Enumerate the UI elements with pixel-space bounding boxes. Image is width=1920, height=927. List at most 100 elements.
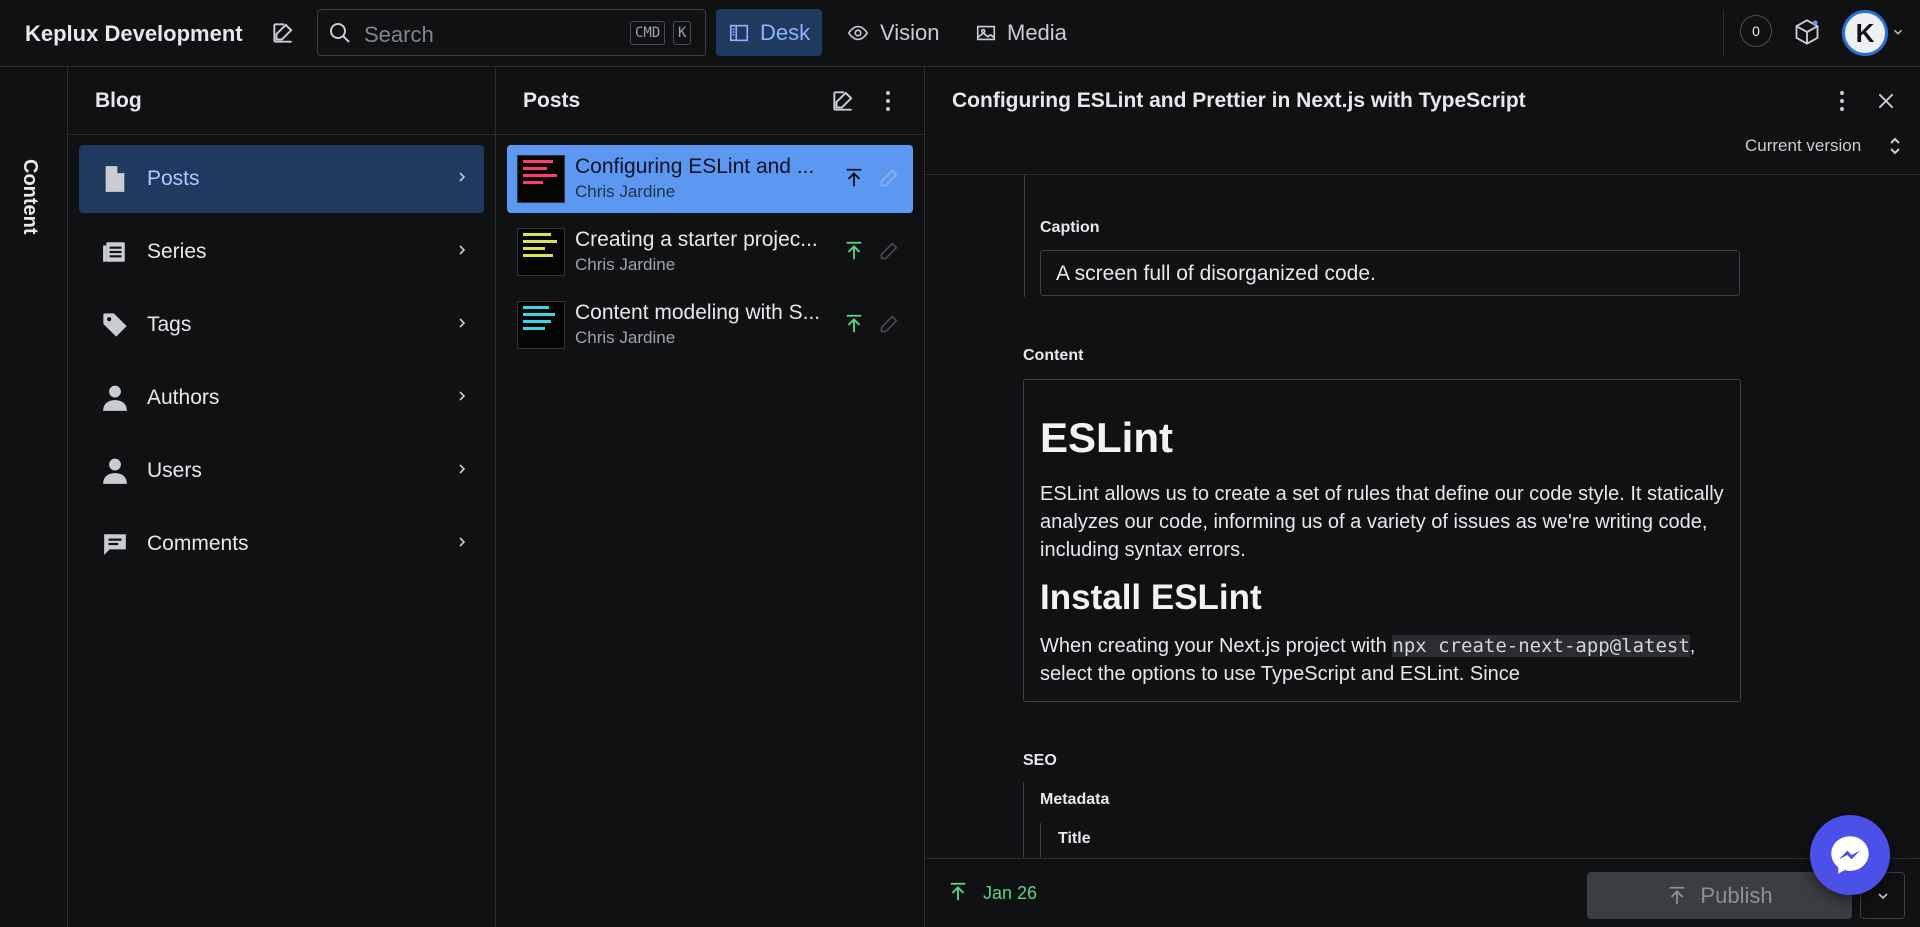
- sidebar-item-label: Users: [147, 459, 202, 482]
- posts-pane: Posts Configuring ESLint and ... Chris J…: [496, 67, 925, 927]
- compose-icon[interactable]: [826, 84, 860, 118]
- document-pane: Configuring ESLint and Prettier in Next.…: [925, 67, 1920, 927]
- avatar[interactable]: K: [1842, 10, 1888, 56]
- content-editor[interactable]: ESLint ESLint allows us to create a set …: [1023, 379, 1741, 702]
- search-icon: [328, 21, 352, 50]
- nav-desk-label: Desk: [760, 19, 811, 45]
- list-item[interactable]: Content modeling with S... Chris Jardine: [507, 291, 913, 359]
- shortcut-k: K: [673, 21, 692, 45]
- post-title: Configuring ESLint and ...: [575, 155, 815, 178]
- posts-pane-header: Posts: [496, 67, 924, 135]
- published-date: Jan 26: [983, 883, 1038, 903]
- content-label: Content: [1023, 347, 1084, 364]
- nav-media-label: Media: [1007, 19, 1067, 45]
- top-bar: Keplux Development Search CMD K Desk Vis…: [0, 0, 1920, 67]
- sidebar-item-series[interactable]: Series: [79, 218, 484, 286]
- chevron-right-icon: [454, 315, 470, 336]
- publish-label: Publish: [1700, 882, 1773, 908]
- blog-pane: Blog Posts Series Tags Authors Users Com…: [68, 67, 496, 927]
- chevron-up-down-icon[interactable]: [1885, 135, 1905, 157]
- rail-label[interactable]: Content: [18, 159, 41, 235]
- posts-pane-title: Posts: [523, 89, 581, 112]
- sidebar-item-label: Tags: [147, 313, 192, 336]
- person-icon: [101, 384, 129, 412]
- published-icon: [843, 240, 867, 264]
- document-icon: [101, 165, 129, 193]
- search-field[interactable]: Search CMD K: [317, 9, 706, 56]
- document-footer: Jan 26 Publish: [925, 858, 1920, 927]
- title-field-label: Title: [1058, 830, 1091, 847]
- chevron-right-icon: [454, 388, 470, 409]
- messenger-chat-button[interactable]: [1810, 815, 1890, 895]
- edit-icon: [879, 241, 901, 263]
- desk-icon: [729, 24, 749, 41]
- field-group-border: [1024, 175, 1025, 297]
- sidebar-item-comments[interactable]: Comments: [79, 510, 484, 578]
- document-title: Configuring ESLint and Prettier in Next.…: [952, 89, 1526, 112]
- post-thumbnail: [517, 301, 565, 349]
- blog-pane-header: Blog: [68, 67, 495, 135]
- sidebar-item-label: Authors: [147, 386, 220, 409]
- nav-media[interactable]: Media: [963, 9, 1079, 56]
- app-title[interactable]: Keplux Development: [25, 21, 243, 47]
- shortcut-cmd: CMD: [630, 21, 666, 45]
- content-paragraph-2: When creating your Next.js project with …: [1040, 632, 1724, 688]
- divider: [1723, 10, 1724, 56]
- list-icon: [101, 238, 129, 266]
- nav-desk[interactable]: Desk: [716, 9, 823, 56]
- caption-input[interactable]: A screen full of disorganized code.: [1040, 250, 1740, 296]
- sidebar-item-posts[interactable]: Posts: [79, 145, 484, 213]
- chevron-right-icon: [454, 461, 470, 482]
- chevron-right-icon: [454, 534, 470, 555]
- search-placeholder: Search: [364, 22, 434, 47]
- nav-vision[interactable]: Vision: [834, 9, 952, 56]
- sidebar-item-label: Posts: [147, 167, 200, 190]
- list-item[interactable]: Creating a starter projec... Chris Jardi…: [507, 218, 913, 286]
- content-heading-1: ESLint: [1040, 414, 1173, 461]
- document-header: Configuring ESLint and Prettier in Next.…: [925, 67, 1920, 175]
- tag-icon: [101, 311, 129, 339]
- publish-button[interactable]: Publish: [1587, 872, 1852, 919]
- package-icon[interactable]: [1790, 15, 1824, 49]
- chevron-right-icon: [454, 242, 470, 263]
- edit-icon: [879, 168, 901, 190]
- image-icon: [976, 25, 996, 40]
- published-icon: [947, 881, 971, 905]
- sidebar-item-users[interactable]: Users: [79, 437, 484, 505]
- messenger-icon: [1831, 836, 1869, 874]
- metadata-label: Metadata: [1040, 791, 1110, 808]
- chevron-right-icon: [454, 169, 470, 190]
- sidebar-item-authors[interactable]: Authors: [79, 364, 484, 432]
- close-icon[interactable]: [1869, 84, 1903, 118]
- content-paragraph: ESLint allows us to create a set of rule…: [1040, 483, 1724, 561]
- more-vertical-icon[interactable]: [1825, 84, 1859, 118]
- caption-label: Caption: [1040, 219, 1100, 236]
- blog-pane-title: Blog: [95, 89, 142, 112]
- paragraph-text: When creating your Next.js project with: [1040, 635, 1393, 657]
- content-heading-2: Install ESLint: [1040, 578, 1262, 617]
- version-selector[interactable]: Current version: [1745, 136, 1861, 156]
- published-icon: [843, 313, 867, 337]
- sidebar-item-label: Comments: [147, 532, 249, 555]
- published-icon: [843, 167, 867, 191]
- post-thumbnail: [517, 228, 565, 276]
- comment-icon: [101, 530, 129, 558]
- person-icon: [101, 457, 129, 485]
- edit-icon: [879, 314, 901, 336]
- seo-label: SEO: [1023, 752, 1057, 769]
- inline-code: npx create-next-app@latest: [1392, 635, 1690, 657]
- post-title: Content modeling with S...: [575, 301, 821, 324]
- post-author: Chris Jardine: [575, 255, 676, 274]
- chevron-down-icon: [1877, 892, 1888, 899]
- notification-count[interactable]: 0: [1740, 15, 1772, 47]
- chevron-down-icon[interactable]: [1888, 22, 1908, 42]
- compose-icon[interactable]: [266, 16, 300, 50]
- list-item[interactable]: Configuring ESLint and ... Chris Jardine: [507, 145, 913, 213]
- sidebar-item-label: Series: [147, 240, 207, 263]
- post-title: Creating a starter projec...: [575, 228, 818, 251]
- more-vertical-icon[interactable]: [871, 84, 905, 118]
- eye-icon: [847, 25, 869, 40]
- nav-vision-label: Vision: [880, 19, 940, 45]
- sidebar-item-tags[interactable]: Tags: [79, 291, 484, 359]
- post-thumbnail: [517, 155, 565, 203]
